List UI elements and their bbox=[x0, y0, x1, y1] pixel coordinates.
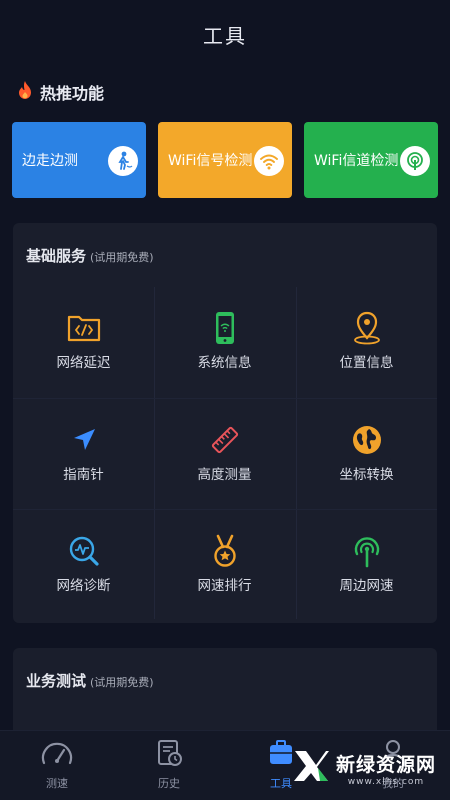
nav-label: 测速 bbox=[46, 777, 68, 790]
tool-label: 指南针 bbox=[63, 467, 104, 483]
watermark-url: www.xlhs.com bbox=[347, 776, 425, 787]
tool-label: 周边网速 bbox=[339, 578, 394, 594]
basic-services-grid: 网络延迟 系统信息 位置信息 指南针 高度测量 坐标转换 网络诊断 网速排行 周… bbox=[13, 287, 437, 619]
basic-services-panel: 基础服务 (试用期免费) 网络延迟 系统信息 位置信息 指南针 高度测量 坐标转… bbox=[13, 223, 437, 623]
diagnosis-magnifier-icon bbox=[67, 534, 101, 568]
hot-card-label: WiFi信道检测 bbox=[314, 153, 399, 169]
watermark-logo-icon bbox=[292, 748, 330, 788]
watermark-title: 新绿资源网 bbox=[335, 753, 436, 776]
nav-label: 历史 bbox=[158, 777, 180, 790]
location-pin-icon bbox=[350, 311, 384, 345]
nearby-signal-icon bbox=[350, 534, 384, 568]
tool-speed-ranking[interactable]: 网速排行 bbox=[154, 510, 295, 622]
hot-card-label: WiFi信号检测 bbox=[168, 153, 253, 169]
tool-nearby-speed[interactable]: 周边网速 bbox=[296, 510, 437, 622]
hot-card-wifi-signal[interactable]: WiFi信号检测 bbox=[158, 122, 292, 198]
section-title: 基础服务 bbox=[26, 247, 87, 265]
code-folder-icon bbox=[67, 311, 101, 345]
tool-system-info[interactable]: 系统信息 bbox=[154, 287, 295, 399]
section-title: 业务测试 bbox=[26, 672, 87, 690]
nav-label: 工具 bbox=[270, 777, 292, 790]
flame-icon bbox=[16, 80, 34, 104]
nav-item-history[interactable]: 历史 bbox=[139, 739, 199, 797]
section-subtitle: (试用期免费) bbox=[90, 676, 154, 689]
medal-icon bbox=[208, 534, 242, 568]
tool-coordinate-convert[interactable]: 坐标转换 bbox=[296, 399, 437, 511]
tool-network-diagnosis[interactable]: 网络诊断 bbox=[13, 510, 154, 622]
compass-arrow-icon bbox=[67, 423, 101, 457]
tool-label: 位置信息 bbox=[339, 355, 394, 371]
walking-person-icon bbox=[108, 146, 138, 176]
header: 工具 bbox=[0, 0, 450, 68]
hot-card-label: 边走边测 bbox=[22, 153, 78, 169]
tool-altitude-measure[interactable]: 高度测量 bbox=[154, 399, 295, 511]
nav-item-speed-test[interactable]: 测速 bbox=[27, 739, 87, 797]
tool-network-latency[interactable]: 网络延迟 bbox=[13, 287, 154, 399]
globe-icon bbox=[350, 423, 384, 457]
tool-label: 网速排行 bbox=[197, 578, 252, 594]
tool-label: 高度测量 bbox=[197, 467, 252, 483]
tool-compass[interactable]: 指南针 bbox=[13, 399, 154, 511]
ruler-icon bbox=[208, 423, 242, 457]
tool-label: 坐标转换 bbox=[339, 467, 394, 483]
hot-card-wifi-channel[interactable]: WiFi信道检测 bbox=[304, 122, 438, 198]
page-title: 工具 bbox=[203, 23, 247, 48]
section-subtitle: (试用期免费) bbox=[90, 251, 154, 264]
wifi-icon bbox=[254, 146, 284, 176]
site-watermark: 新绿资源网 www.xlhs.com bbox=[292, 748, 436, 788]
phone-icon bbox=[208, 311, 242, 345]
tool-location-info[interactable]: 位置信息 bbox=[296, 287, 437, 399]
basic-services-title: 基础服务 (试用期免费) bbox=[26, 245, 154, 266]
hot-card-walk-test[interactable]: 边走边测 bbox=[12, 122, 146, 198]
signal-tower-icon bbox=[400, 146, 430, 176]
speedometer-icon bbox=[40, 739, 74, 771]
hot-cards: 边走边测 WiFi信号检测 WiFi信道检测 bbox=[12, 122, 438, 198]
tool-label: 系统信息 bbox=[197, 355, 252, 371]
hot-section-header: 热推功能 bbox=[16, 80, 104, 104]
business-test-title: 业务测试 (试用期免费) bbox=[26, 670, 154, 691]
tool-label: 网络诊断 bbox=[56, 578, 111, 594]
hot-section-label: 热推功能 bbox=[40, 84, 105, 103]
tool-label: 网络延迟 bbox=[56, 355, 111, 371]
history-icon bbox=[154, 739, 184, 771]
